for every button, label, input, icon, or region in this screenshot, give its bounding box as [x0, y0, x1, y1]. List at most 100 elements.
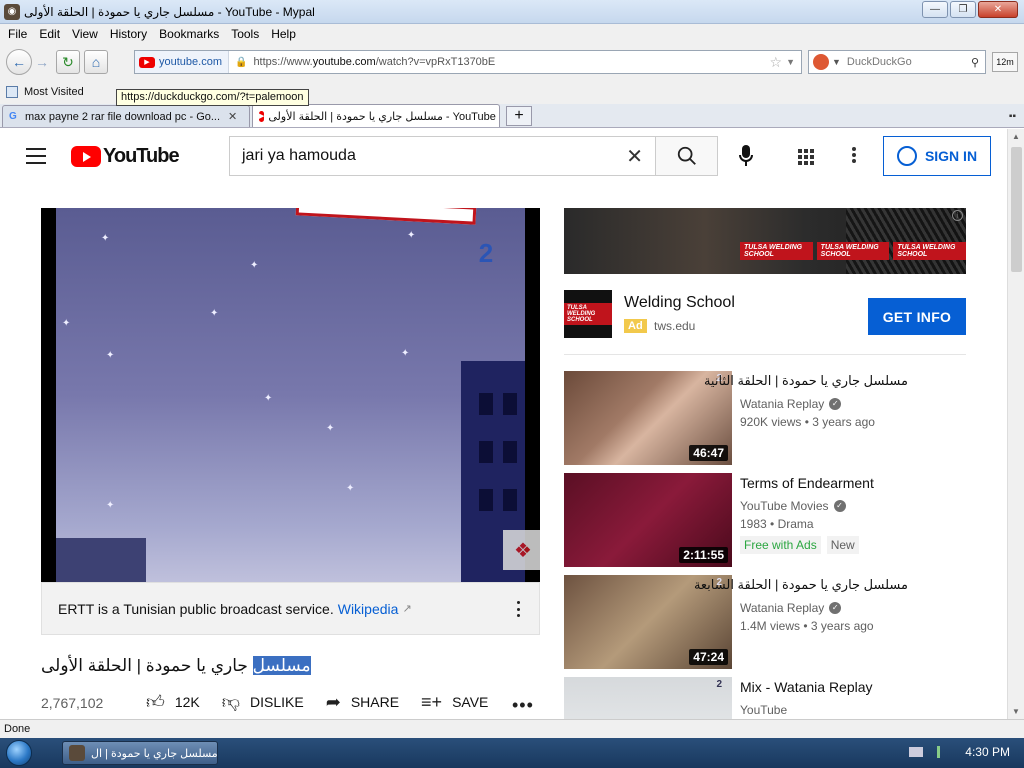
broadcaster-watermark-icon: ❖	[503, 530, 540, 570]
vertical-scrollbar[interactable]: ▲ ▼	[1007, 129, 1024, 719]
save-label: SAVE	[452, 694, 489, 710]
building	[56, 538, 146, 582]
video-thumbnail[interactable]: 2:11:55	[564, 473, 732, 567]
settings-more-icon[interactable]	[852, 147, 856, 163]
video-frame: ✦ ✦ ✦ ✦ ✦ ✦ ✦ ✦ ✦ ✦ ✦ 2 ❖	[56, 208, 540, 582]
addon-button[interactable]: 12m	[992, 52, 1018, 72]
url-text[interactable]: https://www.youtube.com/watch?v=vpRxT137…	[253, 56, 769, 68]
ad-banner[interactable]: TULSA WELDING SCHOOL TULSA WELDING SCHOO…	[564, 208, 966, 274]
ad-banner-logo: TULSA WELDING SCHOOL	[740, 242, 813, 260]
back-button[interactable]: ←	[6, 49, 32, 75]
forward-button[interactable]: →	[32, 50, 52, 74]
thumbs-up-icon: 👍︎	[146, 692, 165, 712]
more-actions-icon[interactable]: •••	[512, 695, 534, 716]
clock[interactable]: 4:30 PM	[965, 745, 1010, 759]
recommendation-meta: 1983 • Drama	[740, 517, 814, 531]
dislike-button[interactable]: 👎︎ DISLIKE	[222, 691, 304, 713]
search-bar[interactable]: ▼ DuckDuckGo ⚲	[808, 50, 986, 74]
youtube-search-button[interactable]	[655, 136, 718, 176]
video-player[interactable]: ✦ ✦ ✦ ✦ ✦ ✦ ✦ ✦ ✦ ✦ ✦ 2 ❖	[41, 208, 540, 582]
menu-icon[interactable]	[26, 148, 46, 164]
recommendation-title[interactable]: Mix - Watania Replay	[740, 679, 990, 695]
tab-youtube[interactable]: ▶ مسلسل جاري يا حمودة | الحلقة الأولى - …	[252, 104, 500, 127]
sign-in-button[interactable]: SIGN IN	[883, 136, 991, 176]
like-count: 12K	[174, 694, 200, 710]
url-bar[interactable]: ▶ youtube.com 🔒 https://www.youtube.com/…	[134, 50, 802, 74]
advertiser-logo[interactable]: TULSA WELDING SCHOOL	[564, 290, 612, 338]
window-controls: — ❐ ✕	[922, 1, 1018, 18]
keyboard-icon[interactable]	[909, 747, 924, 757]
menu-view[interactable]: View	[68, 27, 106, 41]
youtube-search-input[interactable]: jari ya hamouda ✕	[229, 136, 655, 176]
taskbar-window-item[interactable]: مسلسل جاري يا حمودة | ال...	[62, 741, 218, 765]
star: ✦	[346, 483, 355, 494]
add-to-playlist-icon: ≡+	[421, 691, 443, 712]
recommendation-title[interactable]: مسلسل جاري يا حمودة | الحلقة الثانية	[704, 373, 908, 389]
recommendation-item[interactable]: 2:11:55 Terms of Endearment YouTube Movi…	[564, 473, 994, 567]
network-icon[interactable]	[937, 746, 951, 758]
url-dropdown-icon[interactable]: ▼	[786, 57, 795, 67]
info-text: ERTT is a Tunisian public broadcast serv…	[58, 600, 334, 617]
menu-bookmarks[interactable]: Bookmarks	[155, 27, 227, 41]
recommendation-channel[interactable]: Watania Replay ✓	[740, 397, 842, 411]
search-icon[interactable]: ⚲	[971, 56, 979, 69]
reload-button[interactable]: ↻	[56, 50, 80, 74]
microphone-icon[interactable]	[735, 144, 757, 168]
save-button[interactable]: ≡+ SAVE	[421, 692, 488, 713]
youtube-play-icon	[71, 146, 101, 167]
recommendation-title[interactable]: Terms of Endearment	[740, 475, 990, 491]
youtube-logo[interactable]: YouTube	[71, 145, 180, 168]
youtube-favicon-icon: ▶	[259, 110, 265, 122]
scene-sign	[295, 208, 477, 225]
recommendation-item[interactable]: 2 Mix - Watania Replay YouTube	[564, 677, 994, 719]
duration-badge: 47:24	[689, 649, 728, 665]
ad-badge: Ad	[624, 319, 647, 333]
recommendation-item[interactable]: 2 47:24 مسلسل جاري يا حمودة | الحلقة الس…	[564, 575, 994, 669]
recommendation-item[interactable]: 2 46:47 مسلسل جاري يا حمودة | الحلقة الث…	[564, 371, 994, 465]
scrollbar-thumb[interactable]	[1011, 147, 1022, 272]
menu-file[interactable]: File	[4, 27, 35, 41]
menu-help[interactable]: Help	[267, 27, 304, 41]
status-bar: Done	[0, 719, 1024, 738]
home-icon: ⌂	[91, 54, 101, 70]
advertiser-name[interactable]: Welding School	[624, 294, 735, 312]
duckduckgo-icon[interactable]	[813, 54, 829, 70]
channel-watermark-logo: 2	[478, 238, 494, 268]
ad-info-icon[interactable]: i	[952, 210, 963, 221]
tab-google[interactable]: G max payne 2 rar file download pc - Go.…	[2, 105, 250, 127]
video-title: مسلسل جاري يا حمودة | الحلقة الأولى	[41, 656, 540, 676]
verified-icon: ✓	[829, 398, 842, 410]
scroll-up-icon[interactable]: ▲	[1012, 132, 1020, 141]
tab-bar: G max payne 2 rar file download pc - Go.…	[0, 104, 1024, 128]
tab-list-icon[interactable]: ▪▪	[1009, 111, 1016, 122]
get-info-button[interactable]: GET INFO	[868, 298, 966, 335]
close-tab-icon[interactable]: ✕	[228, 110, 237, 123]
menu-tools[interactable]: Tools	[227, 27, 267, 41]
recommendation-channel[interactable]: YouTube Movies ✓	[740, 499, 846, 513]
start-button[interactable]	[0, 738, 38, 768]
wikipedia-link[interactable]: Wikipedia	[338, 601, 399, 617]
recommendation-channel[interactable]: Watania Replay ✓	[740, 601, 842, 615]
video-thumbnail[interactable]: 2	[564, 677, 732, 719]
chevron-down-icon[interactable]: ▼	[832, 57, 841, 67]
recommendation-channel[interactable]: YouTube	[740, 703, 787, 717]
recommendation-title[interactable]: مسلسل جاري يا حمودة | الحلقة السابعة	[694, 577, 908, 593]
share-button[interactable]: ➦ SHARE	[326, 692, 399, 713]
info-more-icon[interactable]	[517, 601, 521, 617]
close-button[interactable]: ✕	[978, 1, 1018, 18]
maximize-button[interactable]: ❐	[950, 1, 976, 18]
apps-grid-icon[interactable]	[798, 149, 814, 165]
menu-history[interactable]: History	[106, 27, 155, 41]
scroll-down-icon[interactable]: ▼	[1012, 707, 1020, 716]
new-tab-button[interactable]: +	[506, 106, 532, 126]
site-identity[interactable]: ▶ youtube.com	[135, 51, 229, 73]
bookmark-star-icon[interactable]: ☆	[770, 54, 783, 71]
bookmark-folder-icon	[6, 86, 18, 98]
bookmark-most-visited[interactable]: Most Visited	[24, 86, 84, 98]
menu-edit[interactable]: Edit	[35, 27, 68, 41]
home-button[interactable]: ⌂	[84, 50, 108, 74]
video-title-rest: جاري يا حمودة | الحلقة الأولى	[41, 656, 253, 675]
minimize-button[interactable]: —	[922, 1, 948, 18]
clear-search-icon[interactable]: ✕	[626, 144, 643, 169]
like-button[interactable]: 👍︎ 12K	[146, 691, 200, 713]
